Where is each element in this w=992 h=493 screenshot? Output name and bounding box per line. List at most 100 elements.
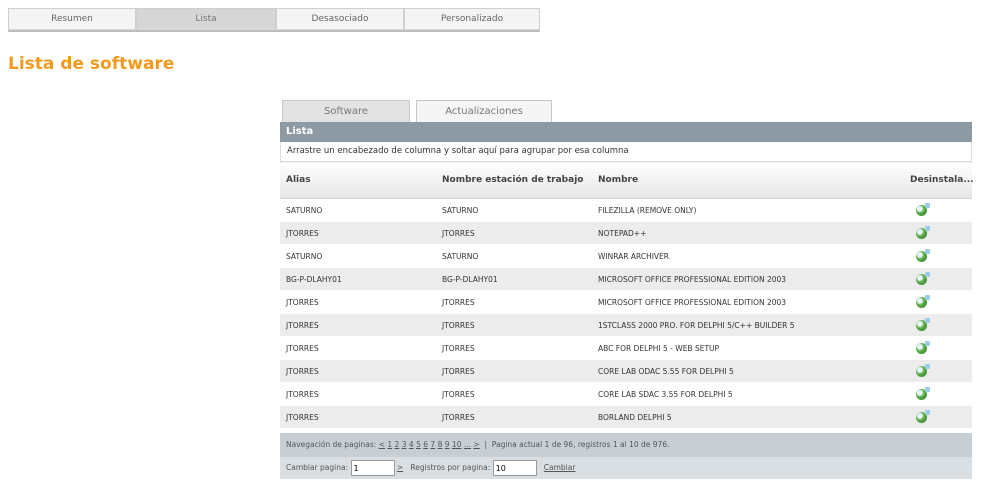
cell-workstation: JTORRES (436, 313, 592, 337)
page-link[interactable]: 4 (409, 440, 414, 449)
pagination-status: Pagina actual 1 de 96, registros 1 al 10… (491, 440, 670, 449)
cell-workstation: SATURNO (436, 198, 592, 222)
cell-name: 1STCLASS 2000 PRO. FOR DELPHI 5/C++ BUIL… (592, 313, 904, 337)
table-row[interactable]: JTORRES JTORRES BORLAND DELPHI 5 (280, 405, 972, 429)
table-row[interactable]: JTORRES JTORRES 1STCLASS 2000 PRO. FOR DEL… (280, 313, 972, 337)
cell-uninstall (904, 382, 972, 406)
cell-uninstall (904, 359, 972, 383)
cell-alias: BG-P-DLAHY01 (280, 267, 436, 291)
page-link[interactable]: 1 (387, 440, 392, 449)
page-link[interactable]: 5 (416, 440, 421, 449)
cell-workstation: JTORRES (436, 382, 592, 406)
column-header-name[interactable]: Nombre (592, 161, 904, 199)
change-per-page-link[interactable]: Cambiar (544, 463, 576, 472)
cell-workstation: JTORRES (436, 290, 592, 314)
cell-alias: JTORRES (280, 221, 436, 245)
change-page-input[interactable] (350, 460, 395, 476)
tab-lista-label: Lista (195, 14, 217, 24)
table-row[interactable]: JTORRES JTORRES MICROSOFT OFFICE PROFESSIO… (280, 290, 972, 314)
table-row[interactable]: JTORRES JTORRES ABC FOR DELPHI 5 - WEB SET… (280, 336, 972, 360)
software-table: Alias Nombre estación de trabajo Nombre … (280, 161, 974, 429)
table-row[interactable]: BG-P-DLAHY01 BG-P-DLAHY01 MICROSOFT OFFICE… (280, 267, 972, 291)
page-link[interactable]: 8 (438, 440, 443, 449)
top-tab-bar: Resumen Lista Desasociado Personalizado (8, 6, 540, 32)
cell-uninstall (904, 221, 972, 245)
more-pages-link[interactable]: ... (464, 440, 471, 449)
page-link[interactable]: 7 (430, 440, 435, 449)
inner-tab-bar: Software Actualizaciones (282, 98, 562, 122)
cell-name: BORLAND DELPHI 5 (592, 405, 904, 429)
table-row[interactable]: SATURNO SATURNO FILEZILLA (REMOVE ONLY) (280, 198, 972, 222)
change-page-label: Cambiar pagina: (286, 463, 349, 472)
cell-alias: JTORRES (280, 336, 436, 360)
per-page-input[interactable] (492, 460, 537, 476)
page-link[interactable]: 9 (445, 440, 450, 449)
page-settings-bar: Cambiar pagina: > Registros por pagina: … (280, 457, 972, 479)
tab-resumen-label: Resumen (51, 14, 93, 24)
uninstall-icon[interactable] (916, 363, 930, 377)
cell-name: NOTEPAD++ (592, 221, 904, 245)
cell-workstation: BG-P-DLAHY01 (436, 267, 592, 291)
uninstall-icon[interactable] (916, 248, 930, 262)
uninstall-icon[interactable] (916, 294, 930, 308)
cell-alias: JTORRES (280, 359, 436, 383)
table-row[interactable]: JTORRES JTORRES CORE LAB ODAC 5.55 FOR DEL… (280, 359, 972, 383)
uninstall-icon[interactable] (916, 386, 930, 400)
pagination-label: Navegación de paginas: (286, 440, 377, 449)
uninstall-icon[interactable] (916, 317, 930, 331)
tab-desasociado-label: Desasociado (311, 14, 369, 24)
cell-name: WINRAR ARCHIVER (592, 244, 904, 268)
tab-software[interactable]: Software (282, 100, 410, 122)
cell-alias: JTORRES (280, 405, 436, 429)
uninstall-icon[interactable] (916, 340, 930, 354)
cell-workstation: JTORRES (436, 405, 592, 429)
next-page-link[interactable]: > (473, 440, 479, 449)
cell-name: MICROSOFT OFFICE PROFESSIONAL EDITION 20… (592, 267, 904, 291)
tab-bar-divider (8, 30, 540, 32)
prev-page-link[interactable]: < (379, 440, 385, 449)
cell-alias: JTORRES (280, 290, 436, 314)
group-by-drop-zone[interactable]: Arrastre un encabezado de columna y solt… (280, 142, 972, 161)
uninstall-icon[interactable] (916, 225, 930, 239)
cell-uninstall (904, 336, 972, 360)
uninstall-icon[interactable] (916, 409, 930, 423)
column-header-workstation[interactable]: Nombre estación de trabajo (436, 161, 592, 199)
tab-actualizaciones[interactable]: Actualizaciones (416, 100, 552, 122)
tab-personalizado[interactable]: Personalizado (404, 8, 540, 30)
uninstall-icon[interactable] (916, 271, 930, 285)
table-row[interactable]: SATURNO SATURNO WINRAR ARCHIVER (280, 244, 972, 268)
tab-desasociado[interactable]: Desasociado (276, 8, 404, 30)
tab-resumen[interactable]: Resumen (8, 8, 136, 30)
cell-workstation: JTORRES (436, 359, 592, 383)
per-page-label: Registros por pagina: (410, 463, 491, 472)
cell-uninstall (904, 405, 972, 429)
grid-title: Lista (280, 122, 972, 142)
software-grid: Lista Arrastre un encabezado de columna … (280, 122, 974, 479)
cell-workstation: JTORRES (436, 221, 592, 245)
page-link[interactable]: 10 (452, 440, 462, 449)
tab-lista[interactable]: Lista (136, 8, 276, 30)
page-link[interactable]: 2 (395, 440, 400, 449)
page-links: 1 2 3 4 5 6 7 8 9 10 (387, 440, 463, 449)
uninstall-icon[interactable] (916, 202, 930, 216)
table-header-row: Alias Nombre estación de trabajo Nombre … (280, 161, 974, 199)
go-page-button[interactable]: > (397, 463, 403, 472)
pagination-bar: Navegación de paginas: < 1 2 3 4 5 6 7 8… (280, 433, 972, 457)
page-title: Lista de software (8, 54, 175, 74)
table-row[interactable]: JTORRES JTORRES NOTEPAD++ (280, 221, 972, 245)
page-link[interactable]: 3 (402, 440, 407, 449)
tab-actualizaciones-label: Actualizaciones (445, 106, 523, 117)
page-link[interactable]: 6 (423, 440, 428, 449)
cell-uninstall (904, 313, 972, 337)
cell-name: FILEZILLA (REMOVE ONLY) (592, 198, 904, 222)
cell-alias: SATURNO (280, 198, 436, 222)
cell-uninstall (904, 198, 972, 222)
column-header-uninstall[interactable]: Desinstala... (904, 161, 974, 199)
table-row[interactable]: JTORRES JTORRES CORE LAB SDAC 3.55 FOR DEL… (280, 382, 972, 406)
cell-name: CORE LAB ODAC 5.55 FOR DELPHI 5 (592, 359, 904, 383)
column-header-alias[interactable]: Alias (280, 161, 436, 199)
tab-software-label: Software (323, 106, 369, 117)
cell-name: ABC FOR DELPHI 5 - WEB SETUP (592, 336, 904, 360)
cell-alias: JTORRES (280, 313, 436, 337)
cell-alias: JTORRES (280, 382, 436, 406)
